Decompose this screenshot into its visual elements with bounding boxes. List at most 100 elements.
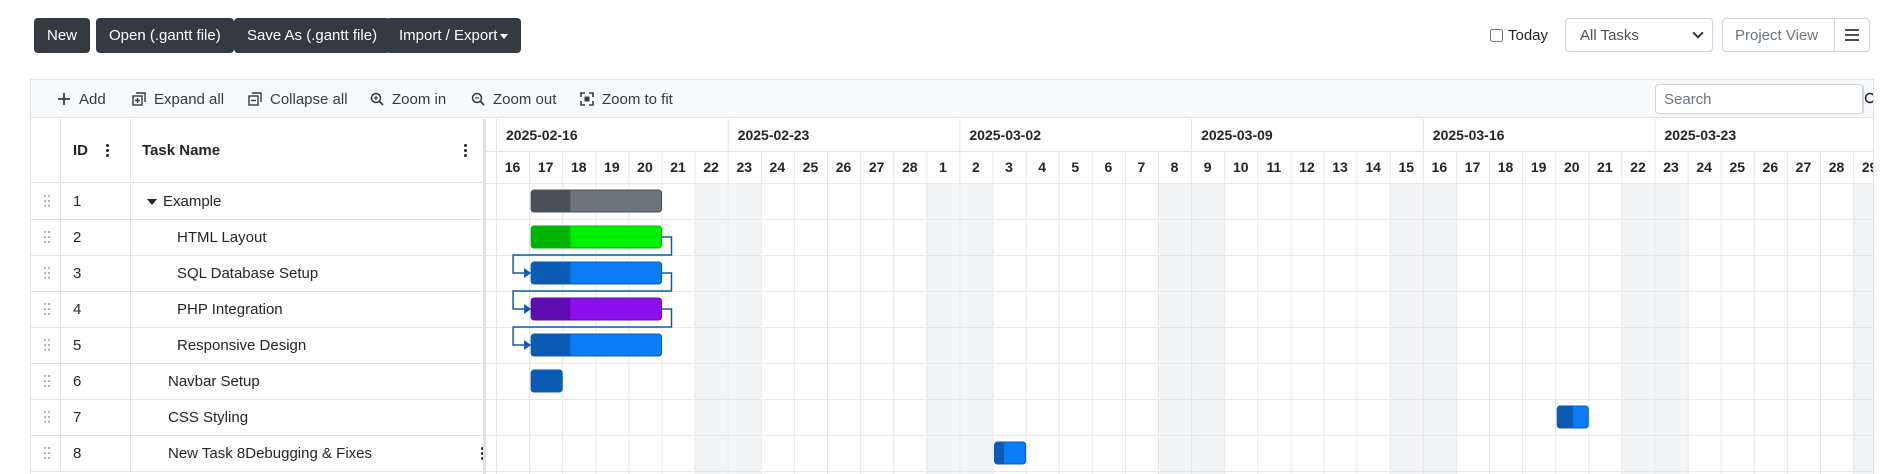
task-name: CSS Styling — [168, 409, 249, 426]
collapse-all-button[interactable]: Collapse all — [248, 80, 348, 118]
id-column-menu-icon[interactable] — [105, 144, 109, 158]
day-label: 20 — [1564, 159, 1580, 175]
drag-handle[interactable] — [31, 400, 61, 435]
save-as-gantt-button[interactable]: Save As (.gantt file) — [234, 18, 391, 53]
task-row[interactable]: 2 HTML Layout — [31, 220, 483, 256]
day-label: 16 — [1432, 159, 1448, 175]
task-row[interactable]: 8 New Task 8Debugging & Fixes — [31, 436, 484, 472]
task-row[interactable]: 7 CSS Styling — [31, 400, 483, 436]
weekend-shade — [926, 183, 960, 474]
day-label: 8 — [1171, 159, 1179, 175]
top-toolbar: New Open (.gantt file) Save As (.gantt f… — [0, 0, 1882, 76]
task-name-cell[interactable]: HTML Layout — [177, 220, 266, 255]
collapse-caret-icon[interactable] — [147, 198, 157, 205]
day-label: 16 — [505, 159, 521, 175]
task-name-cell[interactable]: CSS Styling — [168, 400, 248, 435]
task-id: 1 — [61, 184, 131, 219]
drag-column-header — [31, 119, 61, 182]
task-name-cell[interactable]: Responsive Design — [177, 328, 306, 363]
search-button[interactable] — [1863, 85, 1873, 113]
task-row[interactable]: 6 Navbar Setup — [31, 364, 483, 400]
import-export-dropdown[interactable]: Import / Export — [386, 18, 522, 53]
today-checkbox[interactable] — [1490, 29, 1503, 42]
zoom-to-fit-button[interactable]: Zoom to fit — [580, 80, 673, 118]
weekend-shade — [1158, 183, 1192, 474]
week-label: 2025-03-16 — [1433, 127, 1505, 143]
collapse-all-label: Collapse all — [270, 90, 348, 108]
grip-vertical-icon — [44, 303, 50, 315]
task-filter-select[interactable]: All Tasks — [1565, 18, 1713, 52]
new-button[interactable]: New — [34, 18, 91, 53]
day-label: 10 — [1233, 159, 1249, 175]
day-label: 1 — [939, 159, 947, 175]
task-name-cell[interactable]: SQL Database Setup — [177, 256, 318, 291]
drag-handle[interactable] — [31, 220, 61, 255]
drag-handle[interactable] — [31, 436, 61, 471]
task-row[interactable]: 3 SQL Database Setup — [31, 256, 483, 292]
task-name: HTML Layout — [177, 229, 267, 246]
week-label: 2025-03-02 — [969, 127, 1041, 143]
week-label: 2025-02-23 — [738, 127, 810, 143]
task-name: SQL Database Setup — [177, 265, 319, 282]
task-row[interactable]: 1 Example — [31, 184, 483, 220]
day-label: 23 — [736, 159, 752, 175]
day-label: 14 — [1365, 159, 1381, 175]
task-progress-edge — [567, 190, 571, 212]
task-progress-edge — [567, 226, 571, 248]
day-label: 21 — [670, 159, 686, 175]
task-name-cell[interactable]: PHP Integration — [177, 292, 283, 327]
add-task-button[interactable]: Add — [57, 80, 106, 118]
week-label: 2025-03-09 — [1201, 127, 1273, 143]
zoom-in-button[interactable]: Zoom in — [370, 80, 446, 118]
task-name: Example — [163, 193, 222, 210]
zoom-out-icon — [471, 92, 485, 106]
import-export-label: Import / Export — [399, 27, 498, 44]
drag-handle[interactable] — [31, 184, 61, 219]
day-label: 17 — [538, 159, 554, 175]
task-name-cell[interactable]: Example — [147, 184, 221, 219]
weekend-shade — [727, 183, 761, 474]
task-id: 2 — [61, 220, 131, 255]
day-label: 21 — [1597, 159, 1613, 175]
id-column-header[interactable]: ID — [61, 119, 131, 182]
task-name-cell[interactable]: Navbar Setup — [168, 364, 260, 399]
menu-button[interactable] — [1835, 19, 1869, 51]
drag-handle[interactable] — [31, 328, 61, 363]
task-progress — [531, 190, 571, 212]
day-label: 7 — [1138, 159, 1146, 175]
drag-handle[interactable] — [31, 292, 61, 327]
task-name-column-menu-icon[interactable] — [463, 144, 467, 158]
day-label: 22 — [1630, 159, 1646, 175]
drag-handle[interactable] — [31, 256, 61, 291]
day-label: 15 — [1398, 159, 1414, 175]
day-label: 4 — [1038, 159, 1046, 175]
today-toggle[interactable]: Today — [1490, 27, 1548, 44]
zoom-in-icon — [370, 92, 384, 106]
task-progress — [531, 334, 571, 356]
project-view-input[interactable]: Project View — [1723, 19, 1835, 51]
day-label: 2 — [972, 159, 980, 175]
task-row[interactable]: 4 PHP Integration — [31, 292, 483, 328]
task-name: Navbar Setup — [168, 373, 260, 390]
view-group: Project View — [1722, 18, 1870, 52]
zoom-in-label: Zoom in — [392, 90, 447, 108]
zoom-out-button[interactable]: Zoom out — [471, 80, 556, 118]
task-name: New Task 8Debugging & Fixes — [168, 445, 372, 462]
day-label: 19 — [1531, 159, 1547, 175]
collapse-icon — [248, 92, 262, 106]
day-label: 25 — [803, 159, 819, 175]
task-progress-edge — [567, 298, 571, 320]
expand-icon — [132, 92, 146, 106]
day-label: 13 — [1332, 159, 1348, 175]
search-input[interactable] — [1656, 85, 1863, 113]
open-gantt-button[interactable]: Open (.gantt file) — [96, 18, 234, 53]
hamburger-icon — [1845, 29, 1859, 41]
day-label: 27 — [1796, 159, 1812, 175]
expand-all-button[interactable]: Expand all — [132, 80, 224, 118]
add-label: Add — [79, 90, 106, 108]
drag-handle[interactable] — [31, 364, 61, 399]
task-name-cell[interactable]: New Task 8Debugging & Fixes — [168, 436, 372, 471]
task-name-column-header[interactable]: Task Name — [131, 119, 483, 182]
task-id: 3 — [61, 256, 131, 291]
task-row[interactable]: 5 Responsive Design — [31, 328, 483, 364]
